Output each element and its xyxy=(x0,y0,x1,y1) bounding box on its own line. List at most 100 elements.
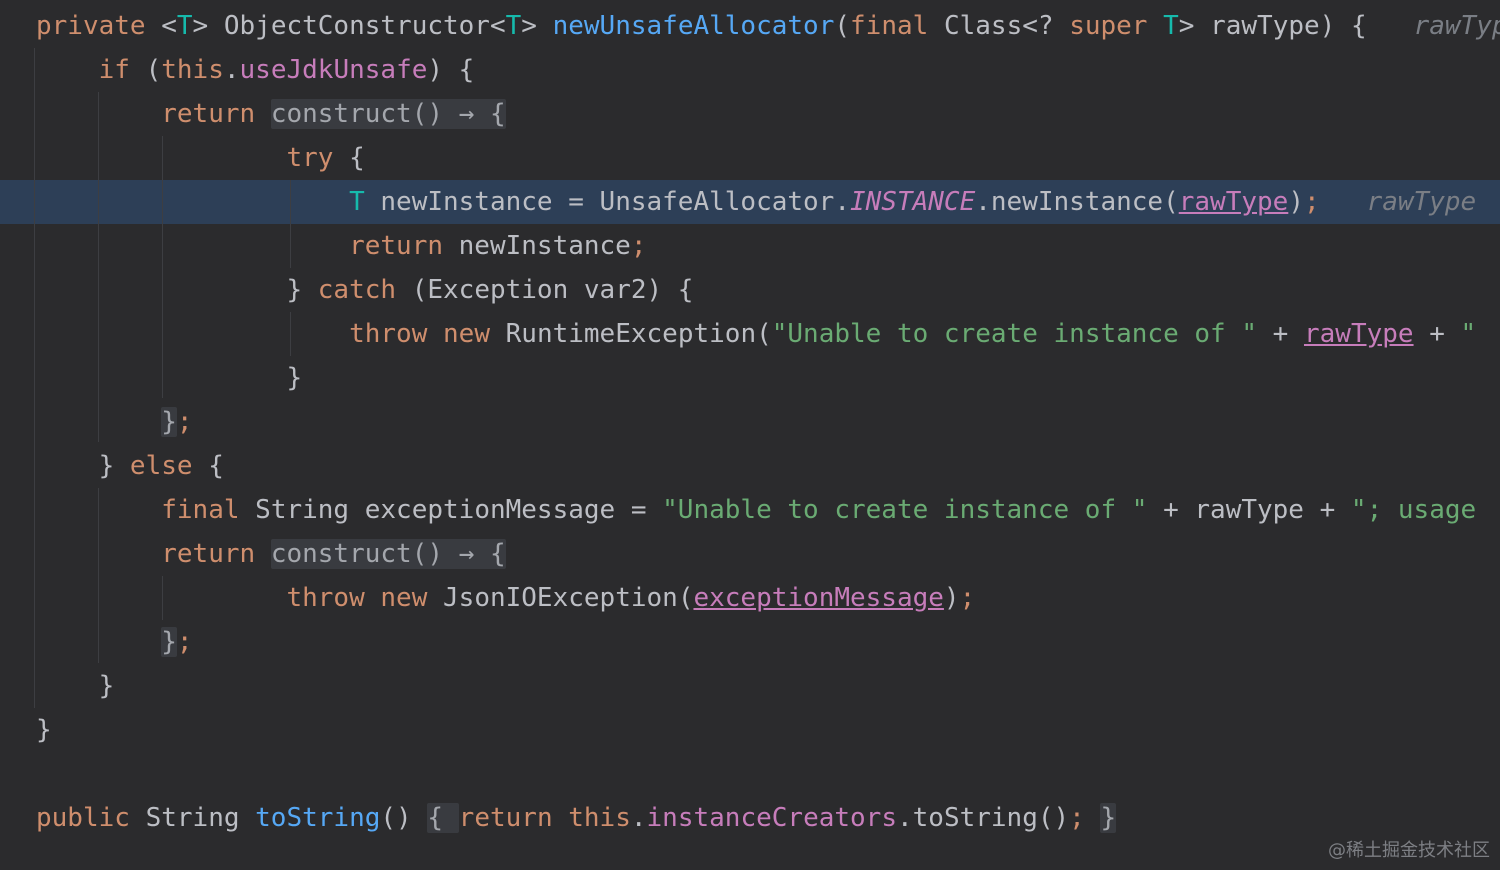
code-token: "; usage xyxy=(1350,495,1477,525)
code-token: < xyxy=(161,11,177,41)
code-line[interactable]: throw new JsonIOException(exceptionMessa… xyxy=(36,576,975,620)
code-line[interactable]: } xyxy=(36,356,302,400)
code-token: public xyxy=(36,803,130,833)
code-token: String exceptionMessage = xyxy=(239,495,663,525)
code-line[interactable]: } xyxy=(36,708,52,752)
code-line[interactable]: } catch (Exception var2) { xyxy=(36,268,693,312)
code-token: rawType xyxy=(1413,11,1500,41)
code-token: } xyxy=(36,451,130,481)
code-token: { xyxy=(192,451,224,481)
code-token: . xyxy=(223,55,240,85)
code-line[interactable]: if (this.useJdkUnsafe) { xyxy=(36,48,475,92)
code-token: } xyxy=(161,407,177,437)
code-token: return xyxy=(161,99,256,129)
code-line[interactable]: final String exceptionMessage = "Unable … xyxy=(36,488,1476,532)
code-token: final xyxy=(850,11,929,41)
code-token: try xyxy=(286,143,334,173)
code-token: + rawType + xyxy=(1147,495,1351,525)
code-line[interactable]: return newInstance; xyxy=(36,224,646,268)
code-line[interactable]: }; xyxy=(36,400,193,444)
code-line[interactable]: private <T> ObjectConstructor<T> newUnsa… xyxy=(36,4,1500,48)
code-token: private xyxy=(36,11,146,41)
code-token: Class<? xyxy=(928,11,1070,41)
code-token: exceptionMessage xyxy=(693,583,944,613)
code-token: newUnsafeAllocator xyxy=(552,11,835,41)
code-token: > rawType) { xyxy=(1178,11,1367,41)
code-line[interactable]: T newInstance = UnsafeAllocator.INSTANCE… xyxy=(36,180,1476,224)
code-token: construct() → { xyxy=(270,99,506,129)
code-line[interactable]: throw new RuntimeException("Unable to cr… xyxy=(36,312,1476,356)
code-token: . xyxy=(630,803,647,833)
code-token: "Unable to create instance of " xyxy=(662,495,1148,525)
code-token: String xyxy=(129,803,256,833)
code-token: > xyxy=(192,11,209,41)
code-line[interactable]: } xyxy=(36,664,115,708)
code-token: .newInstance( xyxy=(975,187,1179,217)
code-token: new xyxy=(443,319,490,349)
code-token: ; xyxy=(1069,803,1085,833)
code-token: .toString() xyxy=(896,803,1070,833)
code-token: useJdkUnsafe xyxy=(239,55,428,85)
code-token: if xyxy=(98,55,130,85)
code-line[interactable]: } else { xyxy=(36,444,224,488)
code-token: RuntimeException( xyxy=(489,319,772,349)
code-line[interactable]: try { xyxy=(36,136,365,180)
code-token: ObjectConstructor xyxy=(208,11,490,41)
code-token: super xyxy=(1069,11,1148,41)
code-token: } xyxy=(36,671,115,701)
code-line[interactable]: }; xyxy=(36,620,193,664)
code-token: final xyxy=(161,495,240,525)
code-token: } xyxy=(1100,803,1117,833)
code-token: ; xyxy=(1303,187,1320,217)
code-token: newInstance xyxy=(443,231,631,261)
code-token: } xyxy=(36,715,52,745)
code-line[interactable]: return construct() → { xyxy=(36,532,506,576)
code-token: < xyxy=(489,11,506,41)
code-token: ( xyxy=(834,11,851,41)
code-token: T xyxy=(176,11,193,41)
code-token: T xyxy=(505,11,522,41)
code-line[interactable]: return construct() → { xyxy=(36,92,506,136)
code-token: T xyxy=(349,187,365,217)
code-token: > xyxy=(521,11,553,41)
code-token: ) xyxy=(943,583,960,613)
watermark: @稀土掘金技术社区 xyxy=(1328,840,1490,861)
code-token: ) xyxy=(1288,187,1304,217)
code-token: return xyxy=(458,803,553,833)
code-token: construct() → { xyxy=(270,539,506,569)
code-token: rawType xyxy=(1303,319,1414,349)
code-token: () xyxy=(380,803,428,833)
code-token: + xyxy=(1257,319,1304,349)
code-token: } xyxy=(161,627,177,657)
code-token: ) { xyxy=(427,55,475,85)
code-token: new xyxy=(380,583,428,613)
code-token: + xyxy=(1413,319,1461,349)
code-token: { xyxy=(333,143,365,173)
code-token: ; xyxy=(176,627,193,657)
code-editor[interactable]: private <T> ObjectConstructor<T> newUnsa… xyxy=(0,0,1500,870)
code-token: else xyxy=(129,451,193,481)
code-token: { xyxy=(427,803,459,833)
code-token: rawType xyxy=(1178,187,1289,217)
code-token: " xyxy=(1460,319,1477,349)
code-token: this xyxy=(161,55,224,85)
code-token: } xyxy=(36,275,318,305)
code-line[interactable]: public String toString() { return this.i… xyxy=(36,796,1117,840)
code-token: ; xyxy=(176,407,193,437)
indent-guide xyxy=(34,48,35,708)
